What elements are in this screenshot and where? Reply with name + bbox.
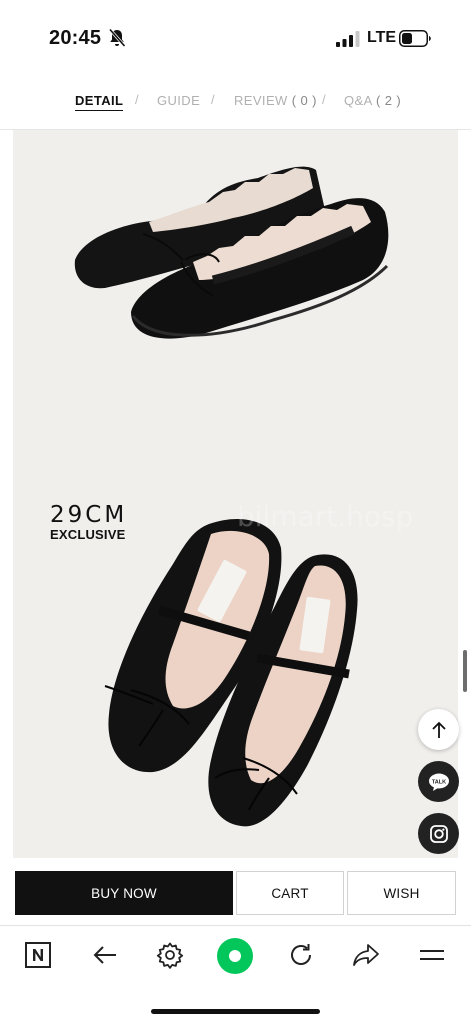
tab-qna-label: Q&A bbox=[344, 93, 372, 108]
browser-toolbar bbox=[0, 925, 471, 987]
ballet-flats-illustration: bilmart.hosp bbox=[74, 166, 413, 827]
battery-icon bbox=[399, 30, 431, 47]
tab-detail[interactable]: DETAIL bbox=[75, 93, 124, 111]
svg-text:bilmart.hosp: bilmart.hosp bbox=[237, 500, 413, 533]
scrollbar-thumb[interactable] bbox=[463, 650, 467, 692]
naver-n-icon bbox=[25, 942, 51, 968]
tab-separator: / bbox=[135, 92, 139, 107]
back-arrow-icon bbox=[93, 946, 116, 964]
talk-text: TALK bbox=[431, 779, 445, 785]
badge-exclusive: EXCLUSIVE bbox=[50, 527, 126, 542]
status-bar: 20:45 LTE bbox=[0, 0, 471, 76]
green-dot-icon bbox=[229, 950, 241, 962]
settings-button[interactable] bbox=[155, 940, 185, 970]
naver-home-button[interactable] bbox=[23, 940, 53, 970]
wish-button[interactable]: WISH bbox=[347, 871, 456, 915]
menu-icon bbox=[420, 950, 444, 960]
bell-muted-icon bbox=[108, 28, 126, 47]
buy-now-button[interactable]: BUY NOW bbox=[15, 871, 233, 915]
settings-gear-icon bbox=[156, 942, 184, 969]
refresh-button[interactable] bbox=[286, 940, 316, 970]
tab-separator: / bbox=[211, 92, 215, 107]
home-indicator[interactable] bbox=[151, 1009, 320, 1014]
instagram-icon bbox=[429, 824, 448, 843]
scroll-top-button[interactable] bbox=[418, 709, 459, 750]
share-button[interactable] bbox=[351, 940, 381, 970]
tab-guide[interactable]: GUIDE bbox=[157, 93, 200, 108]
product-image: bilmart.hosp 29CM EXCLUSIVE bbox=[13, 130, 458, 858]
talk-chat-icon: TALK bbox=[428, 773, 449, 791]
refresh-icon bbox=[291, 944, 311, 965]
tab-qna-count: ( 2 ) bbox=[375, 93, 402, 108]
tab-review[interactable]: REVIEW ( 0 ) bbox=[234, 93, 317, 108]
menu-button[interactable] bbox=[417, 940, 447, 970]
exclusive-badge: 29CM EXCLUSIVE bbox=[50, 502, 127, 542]
signal-icon bbox=[336, 31, 360, 47]
talk-chat-button[interactable]: TALK bbox=[418, 761, 459, 802]
back-button[interactable] bbox=[90, 940, 120, 970]
green-dot-button[interactable] bbox=[217, 938, 253, 974]
arrow-up-icon bbox=[431, 721, 446, 738]
purchase-actions: BUY NOW CART WISH bbox=[0, 871, 471, 915]
cart-button[interactable]: CART bbox=[236, 871, 344, 915]
badge-29cm: 29CM bbox=[50, 502, 128, 528]
tab-separator: / bbox=[322, 92, 326, 107]
tab-qna[interactable]: Q&A ( 2 ) bbox=[344, 93, 401, 108]
tab-review-count: ( 0 ) bbox=[291, 93, 317, 108]
network-label: LTE bbox=[367, 29, 397, 46]
status-time: 20:45 bbox=[49, 27, 102, 49]
detail-tabs: DETAIL / GUIDE / REVIEW ( 0 ) / Q&A ( 2 … bbox=[0, 78, 471, 128]
instagram-button[interactable] bbox=[418, 813, 459, 854]
tab-review-label: REVIEW bbox=[234, 93, 288, 108]
share-arrow-icon bbox=[353, 944, 379, 966]
